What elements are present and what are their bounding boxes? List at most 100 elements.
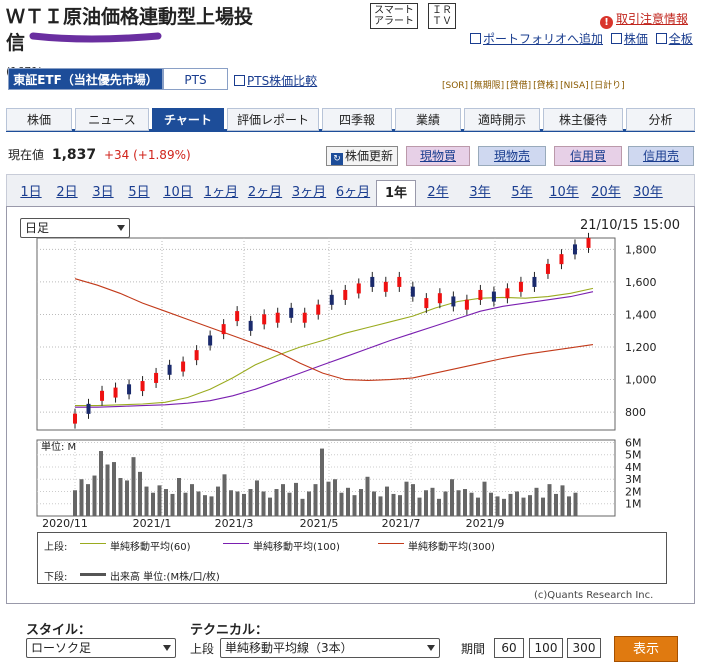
volume-bar <box>385 486 389 516</box>
submit-button[interactable]: 表示 <box>614 636 678 662</box>
chart-legend: 上段: 単純移動平均(60) 単純移動平均(100) 単純移動平均(300) 下… <box>37 532 667 584</box>
legend-lower-label: 下段: <box>44 572 68 583</box>
volume-bar <box>79 479 84 516</box>
volume-bar <box>307 491 311 516</box>
volume-bar <box>131 457 136 516</box>
candle-body <box>262 314 267 325</box>
volume-y-tick: 2M <box>625 485 642 498</box>
volume-bar <box>372 491 376 516</box>
volume-bar <box>222 474 227 516</box>
candle-body <box>559 254 564 265</box>
volume-bar <box>157 485 162 516</box>
volume-bar <box>547 484 552 516</box>
candle-body <box>329 294 334 305</box>
volume-bar <box>144 486 149 516</box>
period-input-1[interactable]: 60 <box>494 638 524 658</box>
volume-bar <box>209 496 214 516</box>
upper-label: 上段 <box>190 642 215 656</box>
volume-bar <box>378 496 383 516</box>
candle-body <box>316 304 321 315</box>
candle-body <box>464 299 469 310</box>
volume-unit-label: 単位: M <box>41 440 76 453</box>
volume-bar <box>242 493 246 516</box>
candle-body <box>113 387 118 398</box>
volume-bar <box>534 487 539 516</box>
candle-body <box>194 350 199 361</box>
volume-bar <box>261 491 266 516</box>
candle-body <box>518 281 523 292</box>
y-tick-label: 800 <box>625 406 646 419</box>
volume-bar <box>216 486 220 516</box>
volume-bar <box>255 480 259 516</box>
candle-body <box>437 293 442 304</box>
volume-bar <box>521 497 526 516</box>
volume-bar <box>365 476 370 516</box>
style-label: スタイル： <box>26 623 92 638</box>
candle-body <box>451 296 456 307</box>
volume-bar <box>183 492 188 516</box>
volume-bar <box>391 493 396 516</box>
period-label: 期間 <box>461 642 486 656</box>
legend-line-ma100 <box>223 543 249 544</box>
x-tick-label: 2021/5 <box>300 517 339 530</box>
volume-bar <box>73 490 77 516</box>
candle-body <box>140 381 145 392</box>
volume-bar <box>567 496 571 516</box>
volume-bar <box>333 479 337 516</box>
candle-body <box>410 286 415 297</box>
candle-body <box>167 364 172 375</box>
volume-bar <box>417 497 422 516</box>
volume-bar <box>437 498 441 516</box>
volume-bar <box>508 493 513 516</box>
volume-bar <box>430 487 435 516</box>
volume-bar <box>294 482 298 516</box>
volume-bar <box>469 492 474 516</box>
volume-bar <box>235 491 240 516</box>
candle-body <box>100 390 105 401</box>
volume-bar <box>476 497 480 516</box>
volume-bar <box>229 490 233 516</box>
x-tick-label: 2021/1 <box>133 517 172 530</box>
period-input-2[interactable]: 100 <box>529 638 563 658</box>
candle-body <box>397 276 402 287</box>
legend-line-ma300 <box>378 543 404 544</box>
volume-bar <box>541 497 545 516</box>
y-tick-label: 1,200 <box>625 341 657 354</box>
candle-body <box>532 276 537 287</box>
volume-bar <box>86 484 90 516</box>
candle-body <box>208 335 213 346</box>
candle-body <box>235 311 240 322</box>
volume-bar <box>502 498 506 516</box>
volume-bar <box>164 489 168 516</box>
volume-bar <box>463 489 467 516</box>
legend-ma100: 単純移動平均(100) <box>253 542 340 553</box>
x-tick-label: 2021/9 <box>466 517 505 530</box>
volume-bar <box>196 491 201 516</box>
volume-bar <box>118 478 123 516</box>
candle-body <box>73 413 77 424</box>
technical-label: テクニカル： <box>190 623 269 638</box>
y-tick-label: 1,800 <box>625 243 657 256</box>
candle-body <box>343 289 348 300</box>
candle-body <box>491 291 496 302</box>
volume-bar <box>151 492 155 516</box>
style-select[interactable]: ローソク足 <box>26 638 176 658</box>
volume-bar <box>411 484 415 516</box>
period-input-3[interactable]: 300 <box>567 638 601 658</box>
volume-bar <box>177 478 181 516</box>
candle-body <box>356 283 361 294</box>
credit-text: (c)Quants Research Inc. <box>534 590 654 601</box>
volume-bar <box>190 484 194 516</box>
volume-bar <box>287 492 292 516</box>
volume-bar <box>450 479 454 516</box>
volume-bar <box>456 490 461 516</box>
volume-bar <box>560 485 565 516</box>
volume-y-tick: 1M <box>625 498 642 511</box>
volume-bar <box>125 480 129 516</box>
volume-bar <box>443 491 448 516</box>
volume-bar <box>482 481 487 516</box>
x-tick-label: 2020/11 <box>42 517 88 530</box>
technical-select[interactable]: 単純移動平均線（3本） <box>220 638 440 658</box>
volume-bar <box>404 481 409 516</box>
volume-bar <box>346 487 350 516</box>
